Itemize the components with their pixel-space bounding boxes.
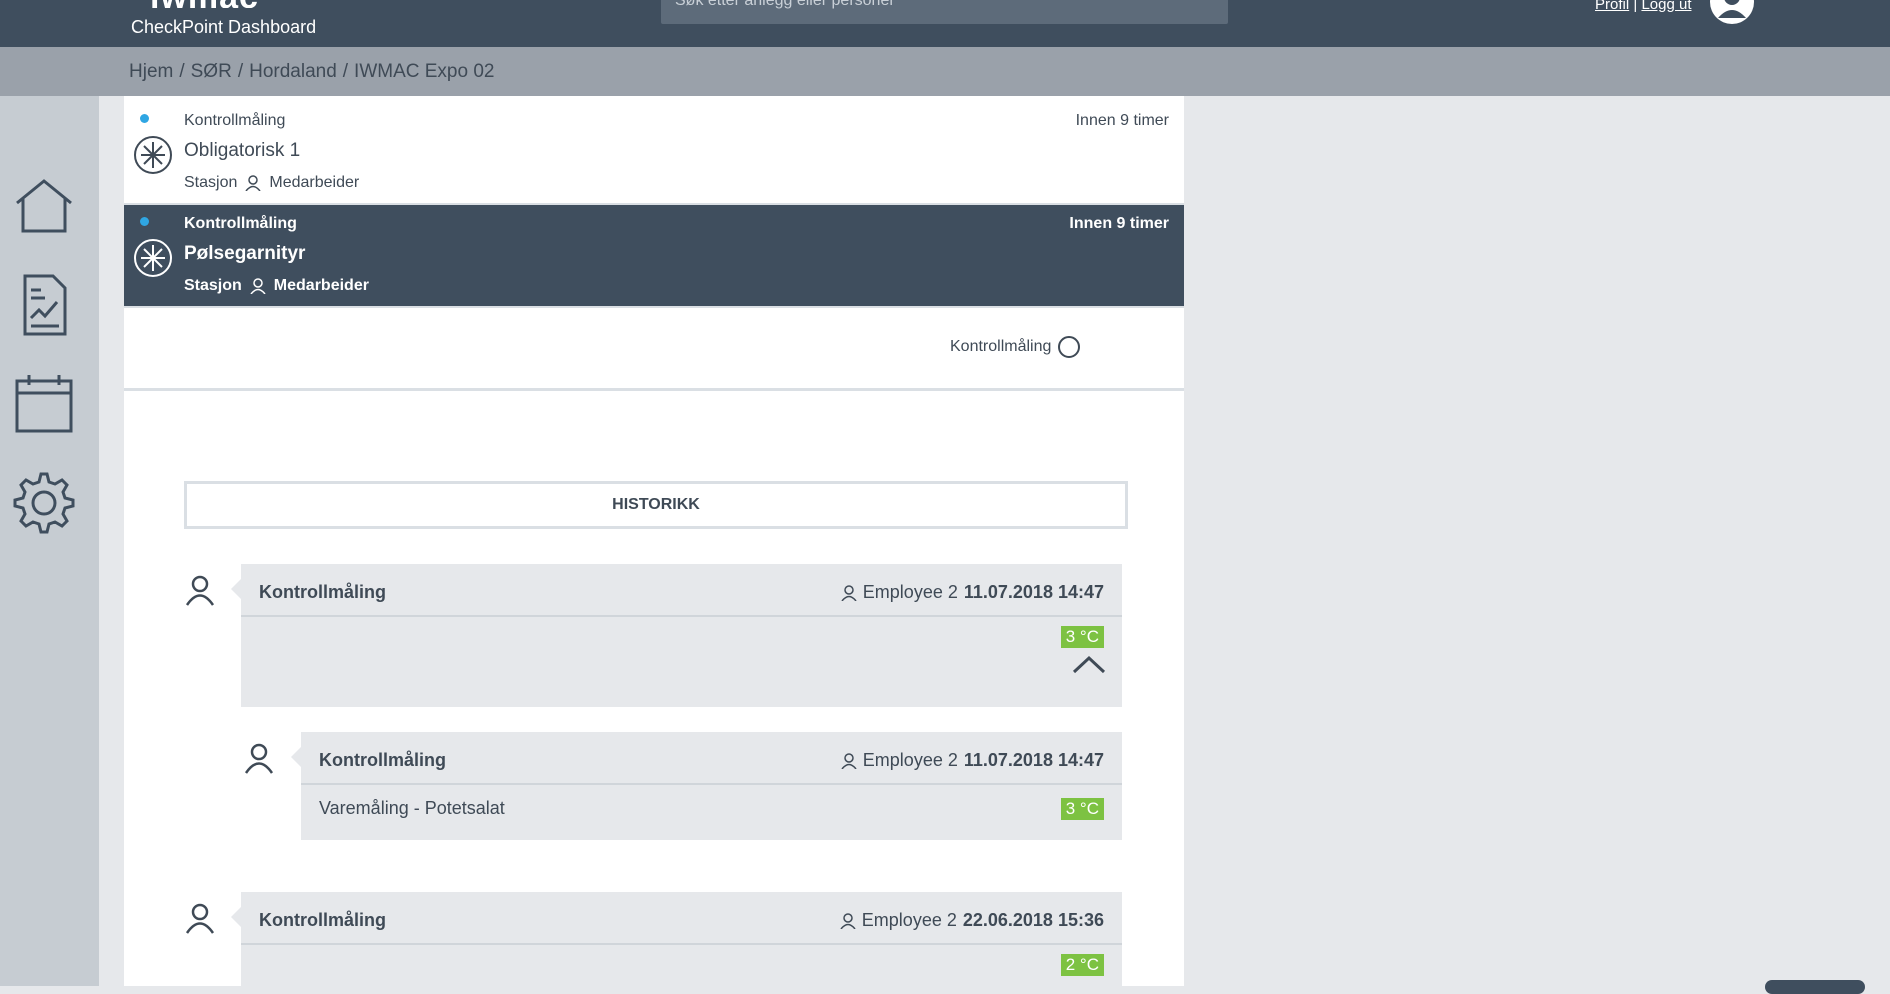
person-icon: [250, 278, 266, 294]
settings-icon[interactable]: [11, 470, 77, 536]
sidebar: [0, 96, 99, 986]
entry-pointer: [231, 907, 241, 927]
task-station: Stasjon: [184, 277, 242, 294]
status-dot: [140, 217, 149, 226]
task-due: Innen 9 timer: [1069, 215, 1169, 232]
entry-header: Kontrollmåling Employee 2 11.07.2018 14:…: [241, 564, 1122, 617]
temperature-badge: 3 °C: [1060, 626, 1104, 648]
snowflake-icon: [134, 136, 172, 174]
snowflake-icon: [134, 239, 172, 277]
task-due: Innen 9 timer: [1075, 112, 1169, 129]
breadcrumb-separator: /: [237, 61, 244, 82]
user-icon: [244, 743, 274, 774]
history-entry-nested[interactable]: Kontrollmåling Employee 2 11.07.2018 14:…: [291, 732, 1122, 840]
entry-title: Kontrollmåling: [319, 750, 446, 770]
user-icon: [185, 903, 215, 934]
filter-radio[interactable]: [1058, 336, 1080, 358]
temperature-badge: 2 °C: [1060, 954, 1104, 976]
task-title: Pølsegarnityr: [184, 243, 306, 264]
filter-label: Kontrollmåling: [950, 338, 1052, 355]
scroll-to-top-button[interactable]: [1765, 980, 1865, 994]
app-title: CheckPoint Dashboard: [131, 17, 317, 37]
logout-link[interactable]: Logg ut: [1641, 0, 1691, 13]
person-icon: [840, 912, 856, 929]
task-role: Medarbeider: [269, 174, 360, 191]
entry-datetime: 11.07.2018 14:47: [963, 750, 1104, 770]
entry-user: Employee 2: [862, 750, 958, 770]
task-list: Kontrollmåling Innen 9 timer Obligatoris…: [124, 102, 1184, 308]
task-category: Kontrollmåling: [184, 112, 286, 129]
entry-body: Varemåling - Potetsalat: [319, 798, 505, 818]
search-input[interactable]: Søk etter anlegg eller personer: [661, 0, 1228, 24]
entry-datetime: 22.06.2018 15:36: [962, 910, 1104, 930]
temperature-badge: 3 °C: [1060, 798, 1104, 820]
breadcrumb-item-site: IWMAC Expo 02: [354, 61, 495, 82]
task-title: Obligatorisk 1: [184, 140, 301, 161]
chevron-up-icon[interactable]: [1072, 654, 1106, 674]
task-item-selected[interactable]: Kontrollmåling Innen 9 timer Pølsegarnit…: [124, 205, 1184, 308]
logo[interactable]: iwmac: [150, 0, 285, 8]
profile-link[interactable]: Profil: [1595, 0, 1629, 13]
breadcrumb-item-region[interactable]: SØR: [191, 61, 232, 82]
link-divider: |: [1633, 0, 1638, 13]
entry-user: Employee 2: [862, 582, 958, 602]
entry-title: Kontrollmåling: [259, 910, 386, 930]
breadcrumb-item-home[interactable]: Hjem: [129, 61, 173, 82]
task-meta: Stasjon Medarbeider: [184, 174, 359, 192]
breadcrumb-bar: Hjem / SØR / Hordaland / IWMAC Expo 02: [0, 47, 1890, 96]
breadcrumb-separator: /: [179, 61, 185, 82]
entry-pointer: [231, 579, 241, 599]
task-category: Kontrollmåling: [184, 215, 297, 232]
entry-datetime: 11.07.2018 14:47: [963, 582, 1104, 602]
main-panel: Kontrollmåling Innen 9 timer Obligatoris…: [124, 96, 1184, 986]
status-dot: [140, 114, 149, 123]
entry-title: Kontrollmåling: [259, 582, 386, 602]
entry-user: Employee 2: [861, 910, 957, 930]
breadcrumb: Hjem / SØR / Hordaland / IWMAC Expo 02: [129, 61, 494, 83]
entry-header: Kontrollmåling Employee 2 11.07.2018 14:…: [301, 732, 1122, 785]
entry-meta: Employee 2 11.07.2018 14:47: [841, 750, 1104, 771]
person-icon: [841, 752, 857, 769]
top-header: iwmac CheckPoint Dashboard Søk etter anl…: [0, 0, 1890, 47]
task-item[interactable]: Kontrollmåling Innen 9 timer Obligatoris…: [124, 102, 1184, 205]
task-role: Medarbeider: [273, 277, 369, 294]
person-icon: [245, 175, 261, 191]
breadcrumb-separator: /: [342, 61, 349, 82]
history-entry[interactable]: Kontrollmåling Employee 2 22.06.2018 15:…: [231, 892, 1122, 986]
filter-row: Kontrollmåling: [124, 308, 1184, 391]
task-station: Stasjon: [184, 174, 238, 191]
history-button[interactable]: HISTORIKK: [184, 481, 1128, 529]
avatar-icon[interactable]: [1710, 0, 1754, 24]
user-links: Profil | Logg ut: [1595, 0, 1691, 13]
calendar-icon[interactable]: [11, 371, 77, 437]
entry-meta: Employee 2 11.07.2018 14:47: [841, 582, 1104, 603]
user-icon: [185, 575, 215, 606]
task-meta: Stasjon Medarbeider: [184, 277, 369, 295]
entry-meta: Employee 2 22.06.2018 15:36: [840, 910, 1104, 931]
report-icon[interactable]: [11, 272, 77, 338]
breadcrumb-item-county[interactable]: Hordaland: [249, 61, 337, 82]
search-placeholder: Søk etter anlegg eller personer: [675, 0, 895, 9]
person-icon: [841, 584, 857, 601]
history-entry[interactable]: Kontrollmåling Employee 2 11.07.2018 14:…: [231, 564, 1122, 707]
entry-header: Kontrollmåling Employee 2 22.06.2018 15:…: [241, 892, 1122, 945]
entry-pointer: [291, 747, 301, 767]
home-icon[interactable]: [11, 173, 77, 239]
